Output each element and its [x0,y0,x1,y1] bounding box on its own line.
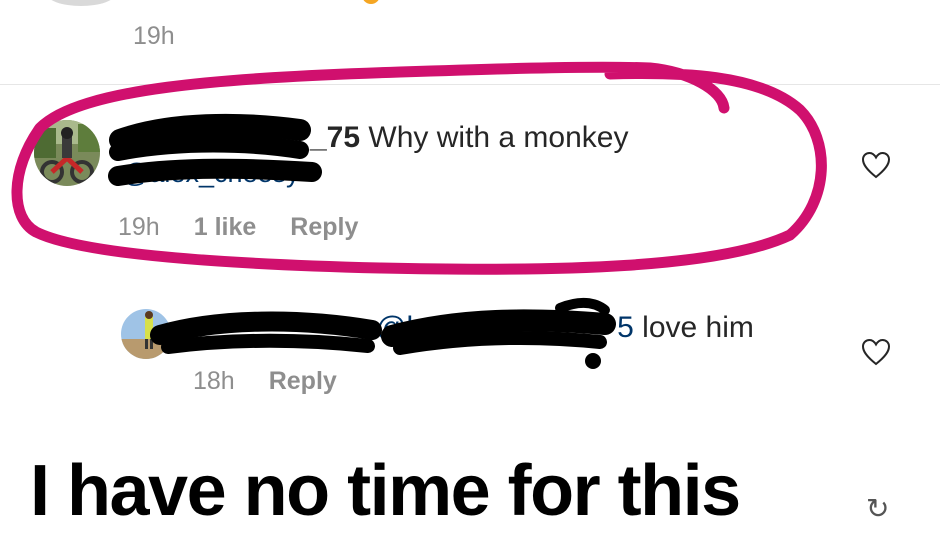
emoji-edge [362,0,380,4]
previous-comment-time: 19h [133,22,175,50]
comment-meta: 19h 1 like Reply [118,213,392,242]
reply-text: love him [633,311,754,344]
comment-username[interactable]: _75 [122,121,360,154]
avatar-photo-dirtbike [34,120,100,186]
reply-mention[interactable]: @l 5 [376,311,634,344]
comment-mention[interactable]: @alex_cheesy [122,158,300,189]
divider [0,84,940,85]
partial-icon: ↻ [866,493,890,524]
comment-body: _75 Why with a monkey [122,121,628,155]
comment-time: 19h [118,213,160,241]
reply-reply-button[interactable]: Reply [269,367,337,395]
heart-outline-icon[interactable] [861,151,891,179]
reply-body: @l 5 love him [190,311,754,345]
comment-reply-button[interactable]: Reply [290,213,358,241]
heart-outline-icon[interactable] [861,338,891,366]
previous-avatar-edge [46,0,116,6]
reply-meta: 18h Reply [193,367,371,396]
meme-caption: I have no time for this [30,451,741,531]
commenter-avatar[interactable] [34,120,100,186]
comment-text: Why with a monkey [360,121,629,154]
reply-time: 18h [193,367,235,395]
comment-like-count[interactable]: 1 like [194,213,257,241]
reply-avatar[interactable] [121,309,171,359]
avatar-photo-beach [121,309,171,359]
